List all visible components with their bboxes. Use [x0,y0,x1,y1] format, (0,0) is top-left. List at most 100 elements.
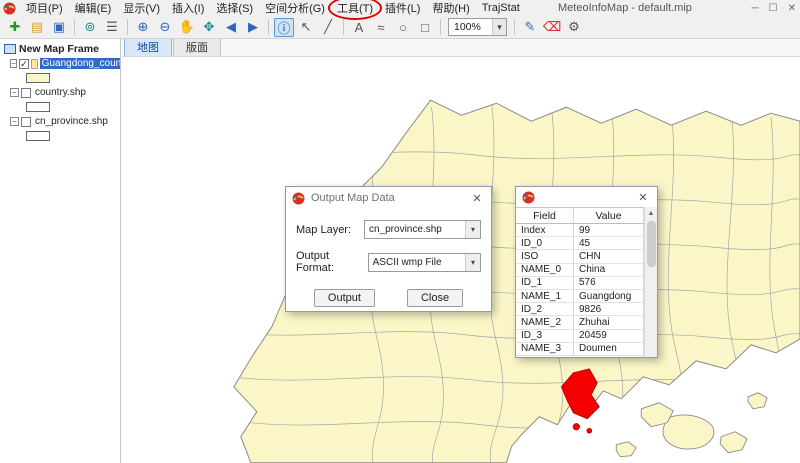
select-feature-icon[interactable]: ↖ [296,18,316,37]
menu-selection[interactable]: 选择(S) [210,0,259,17]
output-format-combobox[interactable]: ASCII wmp File ▾ [368,253,481,272]
scrollbar-thumb[interactable] [647,221,656,267]
menu-tools[interactable]: 工具(T) [331,0,379,17]
scrollbar[interactable]: ▲ [644,207,657,357]
table-row[interactable]: NAME_1 Guangdong [516,290,644,303]
layer-node-guangdong-county[interactable]: − ✓ Guangdong_county.shp [0,56,120,71]
open-file-icon[interactable]: ▤ [27,18,47,37]
polyline-tool-icon[interactable]: ≈ [371,18,391,37]
circle-tool-icon[interactable]: ○ [393,18,413,37]
zoom-in-icon[interactable]: ⊕ [133,18,153,37]
toolbar-separator [127,19,128,35]
layer-node-cn-province[interactable]: − cn_province.shp [0,114,120,129]
zoom-out-icon[interactable]: ⊖ [155,18,175,37]
erase-icon[interactable]: ⌫ [542,18,562,37]
chevron-down-icon[interactable]: ▾ [492,19,506,35]
field-cell: Index [516,224,574,237]
table-row[interactable]: ID_2 9826 [516,303,644,316]
menu-plugins[interactable]: 插件(L) [379,0,426,17]
field-cell: ID_3 [516,330,574,343]
new-project-icon[interactable]: ✚ [5,18,25,37]
table-row[interactable]: NAME_2 Zhuhai [516,316,644,329]
toolbar-separator [268,19,269,35]
menu-tools-label: 工具(T) [337,3,373,15]
value-cell: Guangdong [574,290,644,303]
output-format-label: Output Format: [296,250,368,274]
polygon-swatch-yellow [26,73,50,83]
map-layer-row: Map Layer: cn_province.shp ▾ [286,220,491,239]
value-cell: Zhuhai [574,316,644,329]
menu-insert[interactable]: 插入(I) [166,0,210,17]
toolbar-separator [343,19,344,35]
save-icon[interactable]: ▣ [49,18,69,37]
collapse-icon[interactable]: − [10,59,17,68]
dialog-close-icon[interactable]: ✕ [635,191,651,204]
toolbar: ✚ ▤ ▣ ⊚ ☰ ⊕ ⊖ ✋ ✥ ◀ ▶ ⓘ ↖ ╱ A ≈ ○ □ 100%… [0,16,800,39]
layer-checkbox-checked[interactable]: ✓ [19,59,29,69]
chevron-down-icon[interactable]: ▾ [465,221,480,238]
table-row[interactable]: ID_3 20459 [516,330,644,343]
map-layer-combobox[interactable]: cn_province.shp ▾ [364,220,481,239]
layer-name-guangdong-county[interactable]: Guangdong_county.shp [40,58,120,69]
legend-swatch-row [0,129,120,143]
layer-checkbox-unchecked[interactable] [21,117,31,127]
view-tabbar: 地图 版面 [122,39,800,57]
globe-icon[interactable]: ⊚ [80,18,100,37]
value-cell: 45 [574,237,644,250]
menu-view[interactable]: 显示(V) [117,0,166,17]
menu-trajstat[interactable]: TrajStat [476,1,526,15]
layer-name-country[interactable]: country.shp [33,87,88,98]
previous-view-icon[interactable]: ◀ [221,18,241,37]
map-frame-node[interactable]: New Map Frame [0,41,120,56]
value-cell: Doumen [574,343,644,356]
measure-icon[interactable]: ╱ [318,18,338,37]
tab-map[interactable]: 地图 [124,37,172,56]
app-logo-icon [3,2,16,15]
attribute-table-header: Field Value [516,208,644,224]
chevron-down-icon[interactable]: ▾ [465,254,480,271]
close-button[interactable]: ✕ [788,3,796,14]
window-title: MeteoInfoMap - default.mip [558,2,692,14]
output-button[interactable]: Output [314,289,375,307]
toolbar-separator [514,19,515,35]
dialog-titlebar[interactable]: ✕ [516,187,657,207]
tab-layout[interactable]: 版面 [173,37,221,56]
layer-icon [31,59,38,69]
zoom-level-combobox[interactable]: 100% ▾ [448,18,507,36]
settings-icon[interactable]: ⚙ [564,18,584,37]
field-cell: NAME_1 [516,290,574,303]
menu-help[interactable]: 帮助(H) [426,0,475,17]
collapse-icon[interactable]: − [10,88,19,97]
table-row[interactable]: NAME_3 Doumen [516,343,644,356]
scroll-up-icon[interactable]: ▲ [645,207,658,219]
layer-node-country[interactable]: − country.shp [0,85,120,100]
layer-name-cn-province[interactable]: cn_province.shp [33,116,110,127]
menu-project[interactable]: 项目(P) [20,0,69,17]
menu-edit[interactable]: 编辑(E) [69,0,118,17]
polygon-swatch-white [26,102,50,112]
text-tool-icon[interactable]: A [349,18,369,37]
pan-icon[interactable]: ✋ [177,18,197,37]
full-extent-icon[interactable]: ✥ [199,18,219,37]
collapse-icon[interactable]: − [10,117,19,126]
maximize-button[interactable]: ☐ [769,3,778,14]
table-row[interactable]: NAME_0 China [516,264,644,277]
next-view-icon[interactable]: ▶ [243,18,263,37]
dialog-close-icon[interactable]: ✕ [469,192,485,205]
menu-spatial-analysis[interactable]: 空间分析(G) [259,0,331,17]
layers-icon[interactable]: ☰ [102,18,122,37]
table-row[interactable]: ID_1 576 [516,277,644,290]
rectangle-tool-icon[interactable]: □ [415,18,435,37]
value-cell: 99 [574,224,644,237]
table-row[interactable]: ID_0 45 [516,237,644,250]
field-cell: NAME_0 [516,264,574,277]
close-button[interactable]: Close [407,289,463,307]
minimize-button[interactable]: ─ [752,3,759,14]
layer-checkbox-unchecked[interactable] [21,88,31,98]
pencil-icon[interactable]: ✎ [520,18,540,37]
identify-icon[interactable]: ⓘ [274,18,294,37]
table-row[interactable]: Index 99 [516,224,644,237]
attribute-table: Field Value Index 99 ID_0 45 ISO CHN NAM… [516,207,644,357]
dialog-titlebar[interactable]: Output Map Data ✕ [286,187,491,209]
table-row[interactable]: ISO CHN [516,250,644,263]
